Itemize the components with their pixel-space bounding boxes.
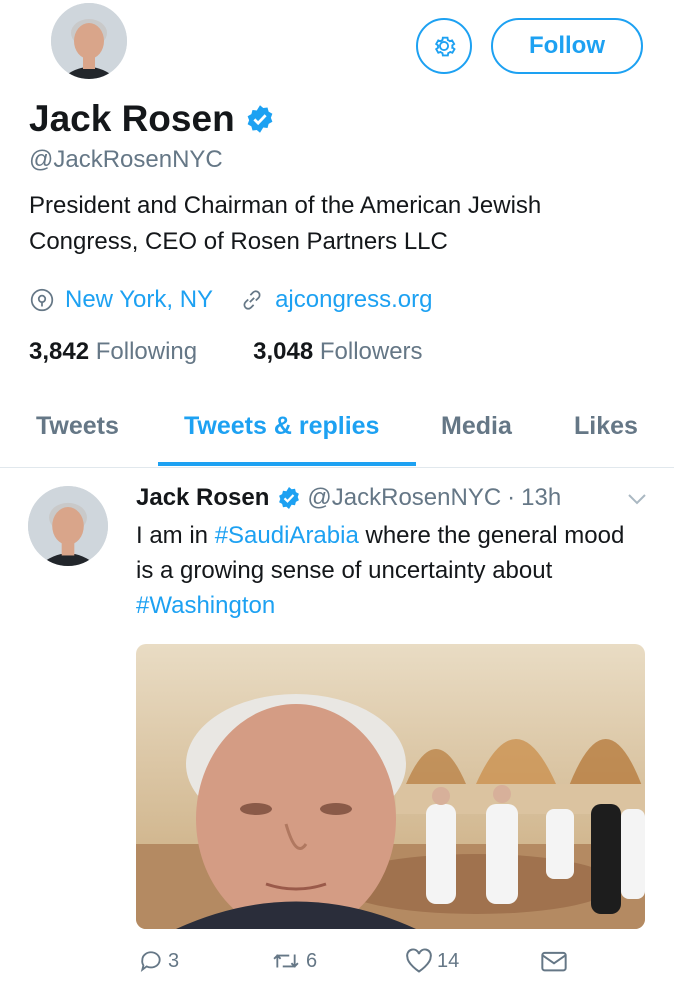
follow-button[interactable]: Follow: [491, 18, 643, 74]
profile-stats: 3,842 Following 3,048 Followers: [29, 338, 479, 366]
retweet-count: 6: [306, 949, 318, 972]
gear-icon: [434, 36, 456, 57]
avatar-image: [51, 3, 127, 79]
reply-icon: [140, 951, 161, 972]
profile-bio: President and Chairman of the American J…: [29, 192, 542, 255]
heart-icon: [406, 948, 432, 973]
tweet-photo[interactable]: [136, 644, 645, 929]
chevron-down-icon[interactable]: [626, 492, 648, 506]
retweet-action[interactable]: 6: [270, 948, 317, 974]
verified-badge-icon: [247, 105, 273, 133]
following-count: 3,842: [29, 338, 90, 365]
profile-meta: New York, NY ajcongress.org: [29, 283, 459, 317]
envelope-icon: [541, 951, 567, 972]
hashtag-link[interactable]: #SaudiArabia: [215, 522, 359, 549]
tab-tweets-replies[interactable]: Tweets & replies: [184, 412, 379, 441]
location-pin-icon: [30, 288, 54, 312]
following-stat[interactable]: 3,842 Following: [29, 338, 197, 366]
reply-count: 3: [168, 949, 180, 972]
tweet-author[interactable]: Jack Rosen: [136, 484, 269, 512]
tweet-avatar[interactable]: [28, 486, 108, 566]
profile-handle: @JackRosenNYC: [29, 146, 223, 173]
tweet-separator: ·: [507, 484, 516, 511]
followers-label: Followers: [319, 338, 423, 365]
profile-tabs: Tweets Tweets & replies Media Likes: [0, 400, 674, 468]
link-icon: [243, 290, 261, 310]
tweet-actions: 3 6 14: [0, 948, 674, 988]
location-text: New York, NY: [65, 286, 214, 313]
profile-name-row: Jack Rosen: [29, 98, 275, 140]
followers-count: 3,048: [253, 338, 314, 365]
profile-name: Jack Rosen: [29, 98, 235, 139]
avatar-image: [28, 486, 108, 566]
tweet-text-part: I am in: [136, 522, 215, 549]
tab-likes[interactable]: Likes: [574, 412, 638, 441]
tweet-header: Jack Rosen @JackRosenNYC · 13h: [136, 484, 561, 512]
website[interactable]: ajcongress.org: [239, 286, 433, 314]
followers-stat[interactable]: 3,048 Followers: [253, 338, 422, 366]
location: New York, NY: [29, 286, 213, 314]
settings-button[interactable]: [416, 18, 472, 74]
tweet-text: I am in #SaudiArabia where the general m…: [136, 518, 646, 623]
reply-action[interactable]: 3: [138, 948, 179, 974]
active-tab-indicator: [158, 462, 416, 466]
following-label: Following: [95, 338, 198, 365]
tweet-time: 13h: [521, 484, 562, 511]
hashtag-link[interactable]: #Washington: [136, 592, 275, 619]
direct-message-action[interactable]: [540, 948, 568, 974]
like-count: 14: [437, 949, 460, 972]
profile-avatar[interactable]: [48, 0, 130, 82]
website-link[interactable]: ajcongress.org: [275, 286, 432, 314]
like-action[interactable]: 14: [405, 948, 459, 974]
tweet-handle: @JackRosenNYC: [307, 484, 502, 511]
selfie-photo: [136, 644, 645, 929]
tab-media[interactable]: Media: [441, 412, 512, 441]
retweet-icon: [273, 954, 299, 968]
verified-badge-icon: [279, 487, 300, 509]
tab-tweets[interactable]: Tweets: [36, 412, 119, 441]
